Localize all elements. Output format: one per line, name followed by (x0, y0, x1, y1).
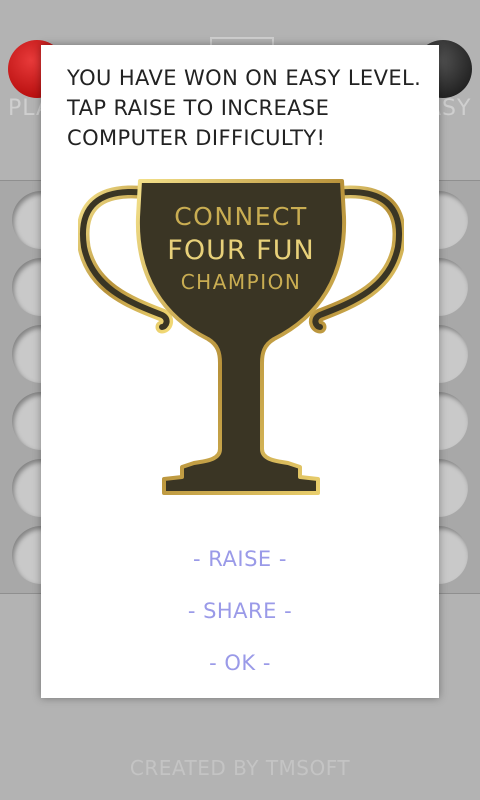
credits-footer: CREATED BY TMSOFT (129, 756, 351, 780)
trophy-text-line: FOUR FUN (167, 235, 314, 266)
trophy-text-line: CHAMPION (181, 270, 302, 294)
win-dialog: YOU HAVE WON ON EASY LEVEL. TAP RAISE TO… (41, 45, 439, 698)
win-message-line: TAP RAISE TO INCREASE (67, 96, 330, 120)
win-message-line: COMPUTER DIFFICULTY! (67, 126, 326, 150)
trophy-text-line: CONNECT (174, 202, 308, 231)
trophy-icon: CONNECT FOUR FUN CHAMPION (78, 179, 404, 495)
share-button[interactable]: - SHARE - (41, 599, 439, 623)
raise-button[interactable]: - RAISE - (41, 547, 439, 571)
win-message-line: YOU HAVE WON ON EASY LEVEL. (67, 66, 422, 90)
ok-button[interactable]: - OK - (41, 651, 439, 675)
win-message: YOU HAVE WON ON EASY LEVEL. TAP RAISE TO… (67, 63, 427, 153)
